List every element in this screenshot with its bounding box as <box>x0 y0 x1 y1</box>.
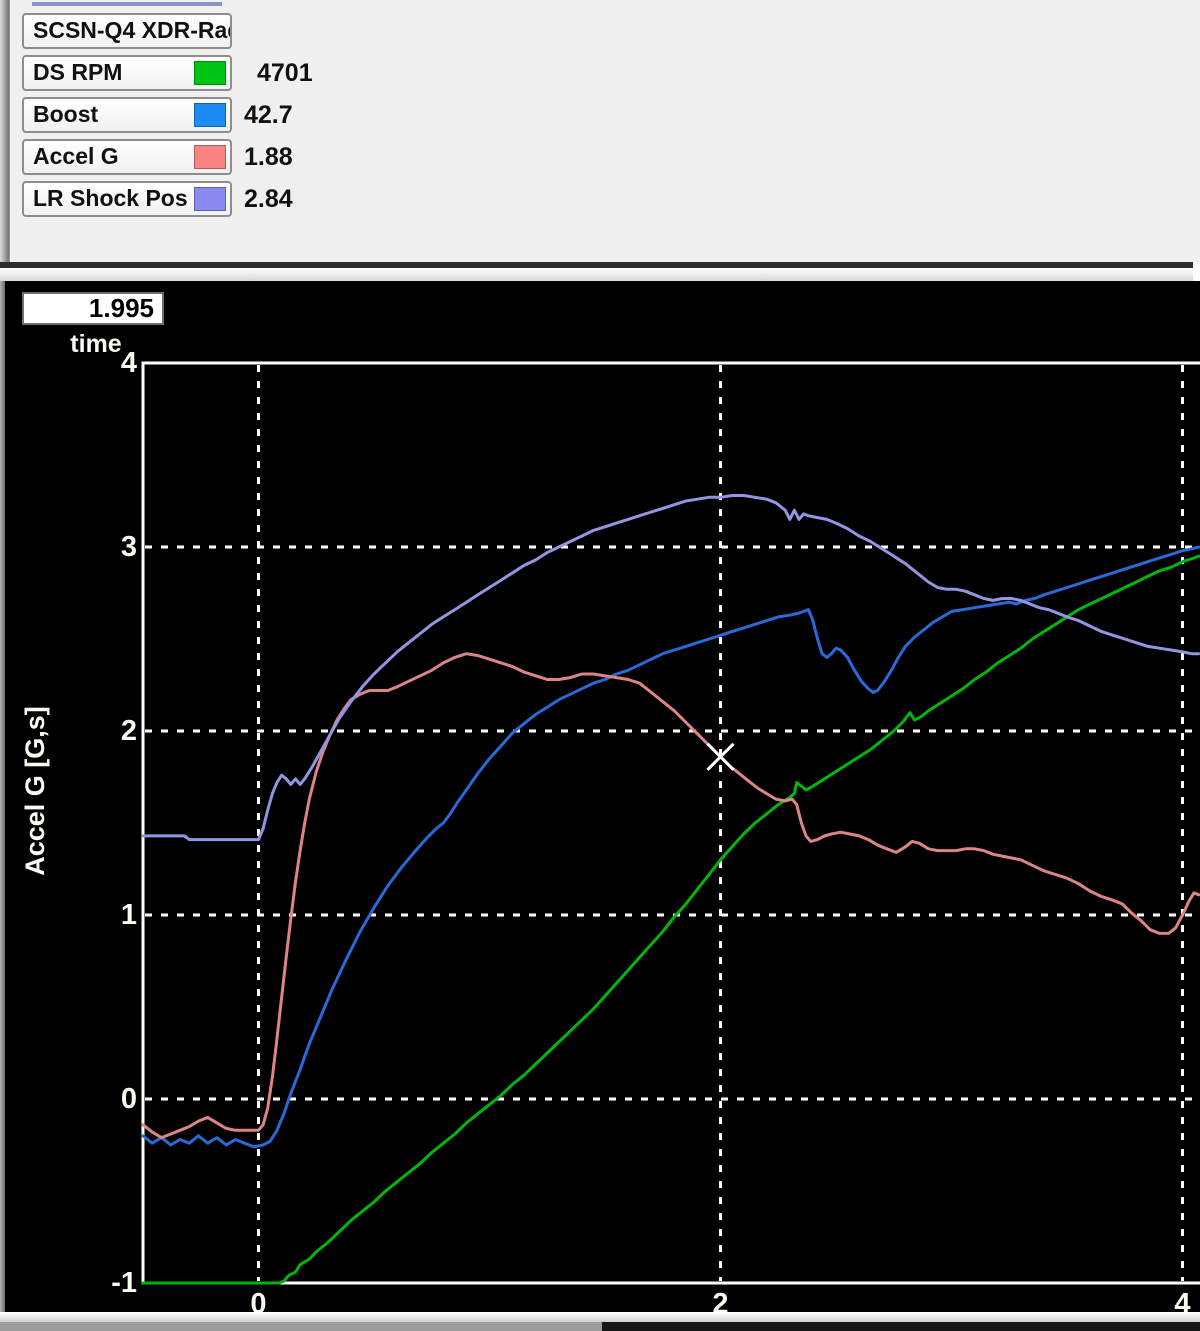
channel-value-boost: 42.7 <box>244 97 354 133</box>
channel-color-swatch <box>194 61 226 85</box>
splitter-edge-highlight <box>1193 262 1200 282</box>
channel-button-lr-shock-pos[interactable]: LR Shock Pos <box>22 181 232 217</box>
y-tick-label: 3 <box>75 526 137 568</box>
channel-value-ds-rpm: 4701 <box>257 55 367 91</box>
channel-label: DS RPM <box>33 59 122 85</box>
channel-label: LR Shock Pos <box>33 185 188 211</box>
channel-button-boost[interactable]: Boost <box>22 97 232 133</box>
channel-button-ds-rpm[interactable]: DS RPM <box>22 55 232 91</box>
graph-plot-area[interactable] <box>0 281 1200 1331</box>
run-select-button[interactable]: SCSN-Q4 XDR-Rad <box>22 13 232 49</box>
bottom-pane-edge-left <box>0 1322 602 1331</box>
bottom-splitter-bar[interactable] <box>0 1312 1200 1322</box>
channel-value-lr-shock-pos: 2.84 <box>244 181 354 217</box>
channel-value-accel-g: 1.88 <box>244 139 354 175</box>
legend-panel: SCSN-Q4 XDR-Rad DS RPM 4701 Boost 42.7 A… <box>0 0 1200 262</box>
plot-border <box>143 363 1200 1283</box>
channel-color-swatch <box>194 103 226 127</box>
y-tick-label: 0 <box>75 1078 137 1120</box>
cursor-time-box[interactable]: 1.995 <box>22 292 164 325</box>
clipped-toolbar-edge <box>32 2 222 6</box>
channel-label: Accel G <box>33 143 119 169</box>
run-select-label: SCSN-Q4 XDR-Rad <box>33 17 232 43</box>
y-tick-label: 2 <box>75 710 137 752</box>
y-axis-title: Accel G [G,s] <box>20 679 50 903</box>
graph-left-edge <box>0 281 5 1331</box>
datalogger-window: SCSN-Q4 XDR-Rad DS RPM 4701 Boost 42.7 A… <box>0 0 1200 1331</box>
channel-color-swatch <box>194 145 226 169</box>
trace-lr-shock-pos <box>143 496 1199 840</box>
channel-button-accel-g[interactable]: Accel G <box>22 139 232 175</box>
splitter-bar[interactable] <box>0 268 1200 282</box>
window-left-edge <box>0 0 10 262</box>
y-tick-label: 1 <box>75 894 137 936</box>
channel-label: Boost <box>33 101 98 127</box>
y-tick-label: -1 <box>75 1262 137 1304</box>
y-tick-label: 4 <box>75 342 137 384</box>
bottom-pane-edge-right <box>602 1322 1200 1331</box>
channel-color-swatch <box>194 187 226 211</box>
trace-ds-rpm <box>143 556 1199 1283</box>
